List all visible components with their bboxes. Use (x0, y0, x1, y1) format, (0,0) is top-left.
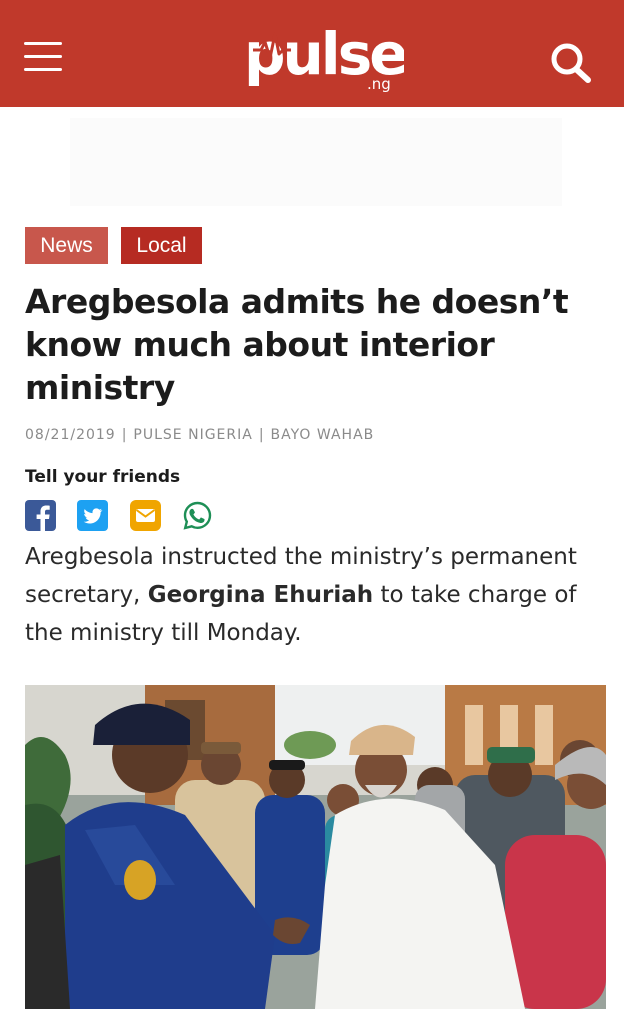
top-navigation-bar: pulse .ng (0, 0, 624, 107)
share-label: Tell your friends (25, 467, 181, 487)
facebook-icon[interactable] (25, 500, 56, 531)
article-author[interactable]: BAYO WAHAB (271, 427, 375, 443)
pulse-logo[interactable]: pulse .ng (244, 14, 409, 94)
tag-local[interactable]: Local (121, 227, 202, 264)
article-source[interactable]: PULSE NIGERIA (133, 427, 252, 443)
hero-image (25, 685, 606, 1009)
meta-separator: | (121, 427, 128, 443)
logo-mark: pulse .ng (244, 20, 409, 93)
article-hero-photo[interactable] (25, 685, 606, 1009)
article-summary: Aregbesola instructed the ministry’s per… (25, 538, 605, 652)
hamburger-menu-icon[interactable] (24, 42, 62, 72)
whatsapp-icon[interactable] (182, 500, 213, 531)
summary-highlight-name: Georgina Ehuriah (147, 582, 374, 608)
logo-suffix: .ng (367, 75, 391, 93)
search-icon[interactable] (548, 40, 594, 84)
tag-news[interactable]: News (25, 227, 108, 264)
article-date: 08/21/2019 (25, 427, 116, 443)
twitter-icon[interactable] (77, 500, 108, 531)
meta-separator: | (258, 427, 265, 443)
article-title: Aregbesola admits he doesn’t know much a… (25, 282, 569, 407)
article-meta: 08/21/2019 | PULSE NIGERIA | BAYO WAHAB (25, 427, 605, 443)
ad-placeholder (70, 118, 562, 206)
email-icon[interactable] (130, 500, 161, 531)
